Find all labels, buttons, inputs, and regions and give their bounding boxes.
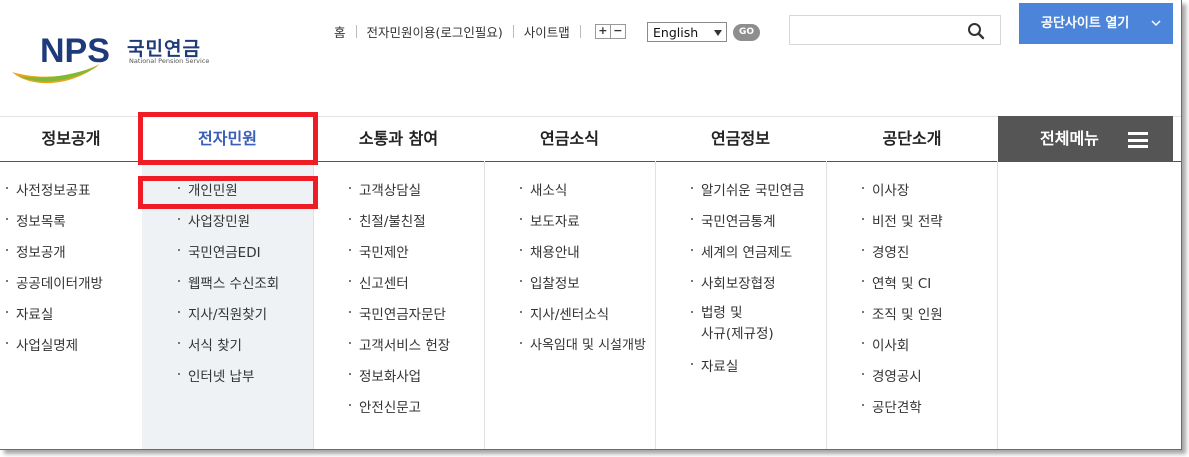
submenu-item[interactable]: 정보공개 (6, 241, 103, 272)
submenu-item[interactable]: 경영진 (862, 241, 943, 272)
submenu-item[interactable]: 정보목록 (6, 210, 103, 241)
submenu-item[interactable]: 법령 및 사규(제규정) (691, 303, 805, 355)
chevron-down-icon (1151, 20, 1161, 27)
submenu-item[interactable]: 국민연금통계 (691, 210, 805, 241)
submenu-item[interactable]: 이사회 (862, 334, 943, 365)
submenu-item[interactable]: 조직 및 인원 (862, 303, 943, 334)
nav-pension-info[interactable]: 연금정보 (655, 117, 826, 161)
submenu-item[interactable]: 지사/센터소식 (520, 303, 646, 334)
submenu-item[interactable]: 공단견학 (862, 396, 943, 427)
column-divider (484, 161, 485, 449)
submenu-item[interactable]: 인터넷 납부 (177, 365, 279, 396)
submenu-item[interactable]: 자료실 (691, 355, 805, 386)
language-select[interactable]: English (647, 22, 727, 42)
nav-communication[interactable]: 소통과 참여 (313, 117, 484, 161)
submenu-item[interactable]: 세계의 연금제도 (691, 241, 805, 272)
all-menu-label: 전체메뉴 (1040, 129, 1099, 148)
sitemap-link[interactable]: 사이트맵 (524, 22, 570, 41)
submenu-item[interactable]: 자료실 (6, 303, 103, 334)
submenu-item[interactable]: 사업장민원 (177, 210, 279, 241)
chevron-down-icon (714, 30, 722, 36)
logo-name-en: National Pension Service (129, 57, 210, 65)
submenu-col-info: 사전정보공표 정보목록 정보공개 공공데이터개방 자료실 사업실명제 (0, 161, 142, 449)
submenu-item[interactable]: 신고센터 (348, 272, 450, 303)
all-menu-button[interactable]: 전체메뉴 (998, 116, 1173, 161)
submenu-item[interactable]: 고객상담실 (348, 179, 450, 210)
utility-nav: 홈 전자민원이용(로그인필요) 사이트맵 + − (334, 22, 626, 41)
column-divider (655, 161, 656, 449)
zoom-controls: + − (594, 24, 626, 39)
column-divider (997, 161, 998, 449)
submenu-col-pension-info: 알기쉬운 국민연금 국민연금통계 세계의 연금제도 사회보장협정 법령 및 사규… (655, 161, 826, 449)
submenu-item[interactable]: 알기쉬운 국민연금 (691, 179, 805, 210)
submenu-item[interactable]: 새소식 (520, 179, 646, 210)
nav-pension-news[interactable]: 연금소식 (484, 117, 655, 161)
submenu-item[interactable]: 친절/불친절 (348, 210, 450, 241)
nav-info-disclosure[interactable]: 정보공개 (0, 117, 142, 161)
zoom-out-button[interactable]: − (609, 25, 625, 38)
highlight-box-e-petition (138, 112, 318, 165)
submenu-item[interactable]: 사옥임대 및 시설개방 (520, 334, 646, 365)
logo-mark-text: NPS (40, 32, 110, 70)
divider (355, 25, 357, 38)
submenu-item[interactable]: 이사장 (862, 179, 943, 210)
submenu-item[interactable]: 채용안내 (520, 241, 646, 272)
submenu-item[interactable]: 지사/직원찾기 (177, 303, 279, 334)
divider (512, 25, 514, 38)
submenu-item[interactable]: 국민연금자문단 (348, 303, 450, 334)
hamburger-icon (1128, 132, 1148, 148)
submenu-item[interactable]: 사업실명제 (6, 334, 103, 365)
submenu-item[interactable]: 경영공시 (862, 365, 943, 396)
submenu-item[interactable]: 입찰정보 (520, 272, 646, 303)
epetition-link[interactable]: 전자민원이용(로그인필요) (367, 22, 503, 41)
submenu-item[interactable]: 안전신문고 (348, 396, 450, 427)
submenu-item[interactable]: 국민연금EDI (177, 241, 279, 272)
divider (579, 25, 581, 38)
home-link[interactable]: 홈 (334, 22, 346, 41)
submenu-item[interactable]: 사전정보공표 (6, 179, 103, 210)
submenu-item[interactable]: 서식 찾기 (177, 334, 279, 365)
highlight-box-personal-petition (138, 176, 318, 209)
submenu-item[interactable]: 국민제안 (348, 241, 450, 272)
language-go-button[interactable]: GO (733, 24, 760, 41)
submenu-item[interactable]: 비전 및 전략 (862, 210, 943, 241)
column-divider (826, 161, 827, 449)
submenu-item[interactable]: 사회보장협정 (691, 272, 805, 303)
submenu-item[interactable]: 정보화사업 (348, 365, 450, 396)
open-site-button[interactable]: 공단사이트 열기 (1019, 3, 1173, 44)
submenu-item[interactable]: 웹팩스 수신조회 (177, 272, 279, 303)
submenu-item[interactable]: 공공데이터개방 (6, 272, 103, 303)
nav-about[interactable]: 공단소개 (826, 117, 998, 161)
browser-viewport: NPS 국민연금 National Pension Service 홈 전자민원… (0, 0, 1182, 450)
zoom-in-button[interactable]: + (596, 25, 610, 38)
search-icon[interactable] (967, 22, 985, 40)
submenu-item[interactable]: 보도자료 (520, 210, 646, 241)
submenu-col-communication: 고객상담실 친절/불친절 국민제안 신고센터 국민연금자문단 고객서비스 헌장 … (313, 161, 484, 449)
submenu-col-pension-news: 새소식 보도자료 채용안내 입찰정보 지사/센터소식 사옥임대 및 시설개방 (484, 161, 655, 449)
submenu-item[interactable]: 고객서비스 헌장 (348, 334, 450, 365)
open-site-label: 공단사이트 열기 (1041, 16, 1130, 31)
language-selected: English (653, 25, 699, 40)
submenu-col-about: 이사장 비전 및 전략 경영진 연혁 및 CI 조직 및 인원 이사회 경영공시… (826, 161, 998, 449)
submenu-item[interactable]: 연혁 및 CI (862, 272, 943, 303)
